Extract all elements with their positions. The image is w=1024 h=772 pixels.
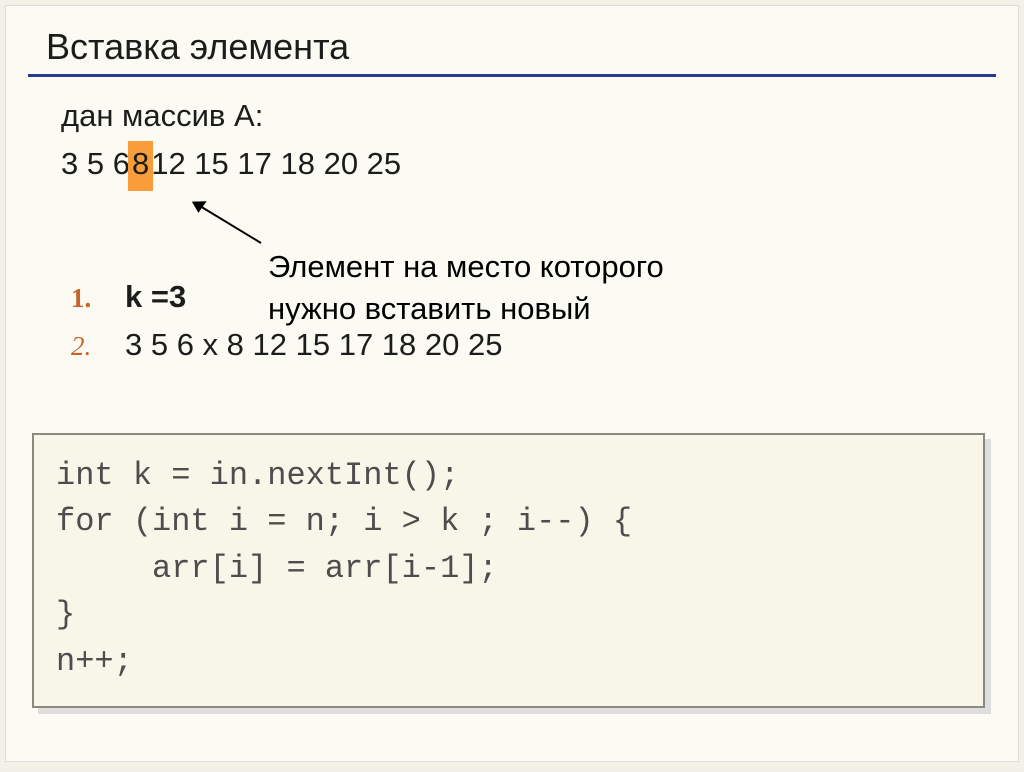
title-underline — [28, 74, 996, 77]
arrow-icon — [191, 201, 271, 249]
annotation-text: Элемент на место которого нужно вставить… — [268, 246, 828, 330]
list-number-2: 2. — [71, 328, 99, 364]
list-item-2: 2. 3 5 6 x 8 12 15 17 18 20 25 — [71, 324, 978, 366]
list-text-2: 3 5 6 x 8 12 15 17 18 20 25 — [125, 324, 502, 366]
code-line-2: for (int i = n; i > k ; i--) { — [56, 503, 632, 540]
code-line-5: n++; — [56, 643, 133, 680]
code-line-1: int k = in.nextInt(); — [56, 457, 459, 494]
list-text-1: k =3 — [125, 276, 186, 318]
annotation-line-1: Элемент на место которого — [268, 246, 828, 288]
code-line-3: arr[i] = arr[i-1]; — [56, 550, 498, 587]
array-display: 3 5 6 8 12 15 17 18 20 25 — [61, 141, 978, 191]
slide-title: Вставка элемента — [6, 26, 1018, 74]
array-post: 12 15 17 18 20 25 — [151, 143, 401, 185]
list-number-1: 1. — [71, 280, 99, 316]
array-pre: 3 5 6 — [61, 143, 130, 185]
code-block: int k = in.nextInt(); for (int i = n; i … — [32, 433, 985, 708]
annotation-line-2: нужно вставить новый — [268, 288, 828, 330]
intro-text: дан массив A: — [61, 95, 978, 137]
slide: Вставка элемента дан массив A: 3 5 6 8 1… — [5, 5, 1019, 762]
array-highlighted: 8 — [128, 141, 153, 191]
code-line-4: } — [56, 596, 75, 633]
